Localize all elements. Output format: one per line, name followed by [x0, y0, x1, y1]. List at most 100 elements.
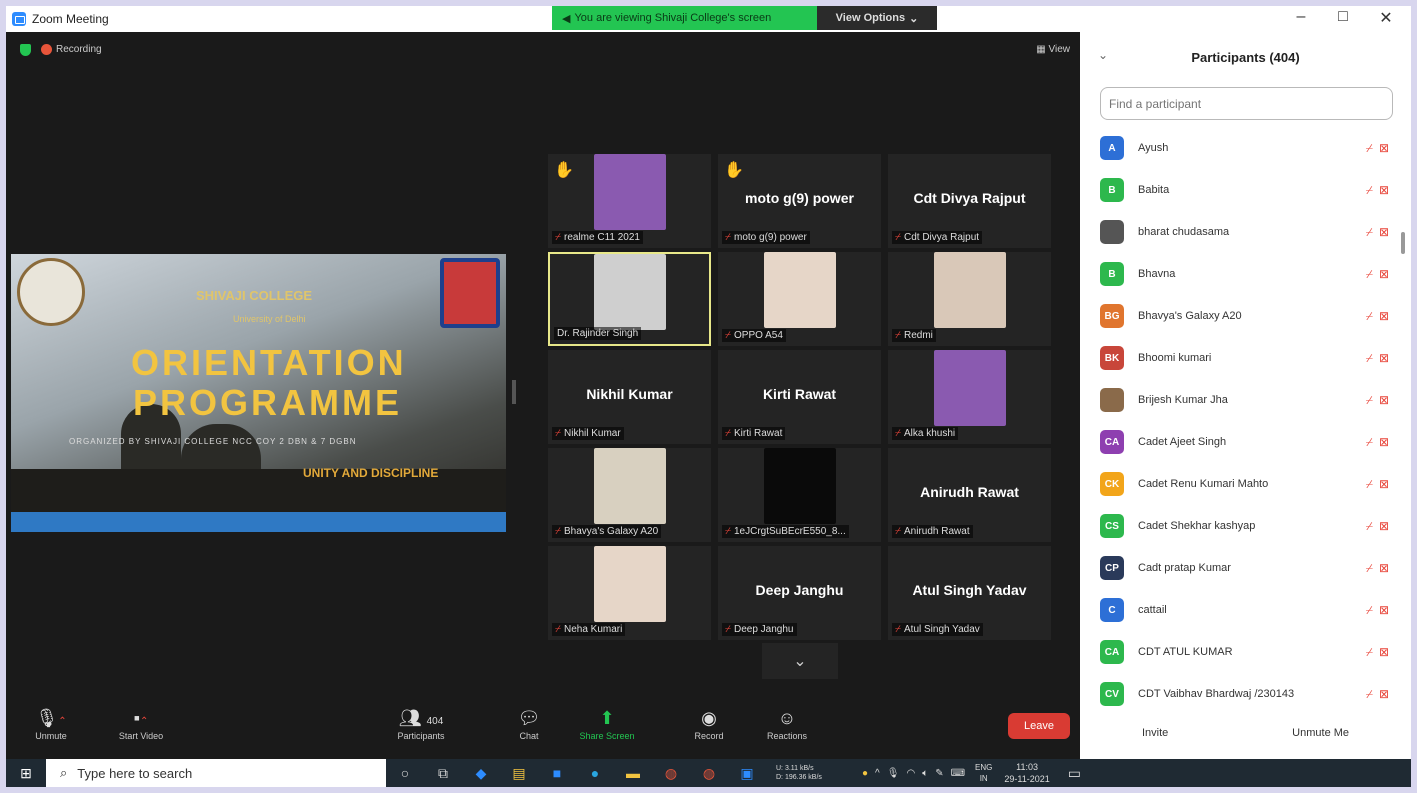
participant-row[interactable]: Ccattail ⌿ ⊠ [1080, 589, 1411, 631]
chat-button[interactable]: 💬︎ Chat [494, 705, 564, 741]
wifi-icon[interactable]: ◠ [906, 768, 915, 779]
view-options-button[interactable]: View Options ⌄ [817, 6, 937, 30]
video-tile[interactable]: Cdt Divya Rajput ⌿ Cdt Divya Rajput [888, 154, 1051, 248]
chrome-icon-2[interactable]: ◍ [690, 759, 728, 787]
leave-button[interactable]: Leave [1008, 713, 1070, 739]
tile-name-label: ⌿ Deep Janghu [722, 623, 797, 636]
reactions-label: Reactions [766, 731, 808, 741]
invite-button[interactable]: Invite [1128, 721, 1182, 745]
participant-video [933, 350, 1006, 426]
participant-row[interactable]: BK Bhoomi kumari ⌿ ⊠ [1080, 337, 1411, 379]
participants-button[interactable]: 👥︎ 404 Participants [386, 705, 456, 741]
keyboard-icon[interactable]: ⌨ [951, 768, 965, 779]
participant-name: Brijesh Kumar Jha [1138, 394, 1228, 406]
file-explorer-icon[interactable]: ▬ [614, 759, 652, 787]
close-button[interactable]: ✕ [1371, 8, 1401, 28]
participant-row[interactable]: B Bhavna ⌿ ⊠ [1080, 253, 1411, 295]
avatar: BK [1100, 346, 1124, 370]
video-off-icon: ⊠ [1378, 435, 1389, 449]
video-tile[interactable]: Atul Singh Yadav ⌿ Atul Singh Yadav [888, 546, 1051, 640]
slide-title-line2: PROGRAMME [133, 382, 402, 423]
mic-muted-icon: ⌿ [895, 526, 901, 537]
video-tile[interactable]: ⌿ OPPO A54 [718, 252, 881, 346]
video-tile[interactable]: Nikhil Kumar ⌿ Nikhil Kumar [548, 350, 711, 444]
cortana-icon[interactable]: ○ [386, 759, 424, 787]
windows-start-icon[interactable]: ⊞ [6, 759, 46, 787]
store-icon[interactable]: ■ [538, 759, 576, 787]
tile-name-label: ⌿ realme C11 2021 [552, 231, 643, 244]
task-view-icon[interactable]: ⧉ [424, 759, 462, 787]
pen-icon[interactable]: ✎ [935, 768, 943, 779]
participant-row[interactable]: bharat chudasama ⌿ ⊠ [1080, 211, 1411, 253]
start-video-button[interactable]: ▪︎⌃ Start Video [106, 705, 176, 741]
norton-icon[interactable]: ● [862, 768, 868, 779]
taskbar-search-box[interactable]: ⌕ Type here to search [46, 759, 386, 787]
notifications-icon[interactable]: ▭ [1068, 765, 1081, 782]
view-button[interactable]: ▦ View [1036, 44, 1070, 55]
participant-row[interactable]: A Ayush ⌿ ⊠ [1080, 127, 1411, 169]
chrome-icon[interactable]: ◍ [652, 759, 690, 787]
participant-row[interactable]: B Babita ⌿ ⊠ [1080, 169, 1411, 211]
zoom-taskbar-icon[interactable]: ▣ [728, 759, 766, 787]
upload-speed: U: 3.11 kB/s [776, 765, 814, 772]
chevron-up-icon[interactable]: ^ [875, 768, 880, 779]
split-drag-handle[interactable] [512, 380, 516, 404]
participant-row[interactable]: CK Cadet Renu Kumari Mahto ⌿ ⊠ [1080, 463, 1411, 505]
mic-muted-icon: ⌿ [1365, 434, 1373, 449]
video-tile[interactable]: ⌿ 1eJCrgtSuBEcrE550_8... [718, 448, 881, 542]
video-tile[interactable]: ✋ moto g(9) power ⌿ moto g(9) power [718, 154, 881, 248]
unmute-button[interactable]: 🎙︎⌃ Unmute [16, 705, 86, 741]
participant-row[interactable]: CA CDT ATUL KUMAR ⌿ ⊠ [1080, 631, 1411, 673]
maximize-button[interactable]: □ [1328, 8, 1358, 26]
calendar-icon[interactable]: ▤ [500, 759, 538, 787]
video-tile[interactable]: Kirti Rawat ⌿ Kirti Rawat [718, 350, 881, 444]
video-tile[interactable]: ✋ ⌿ realme C11 2021 [548, 154, 711, 248]
participant-video [763, 448, 836, 524]
video-off-icon: ⊠ [1378, 519, 1389, 533]
participant-row[interactable]: CS Cadet Shekhar kashyap ⌿ ⊠ [1080, 505, 1411, 547]
zoom-app-icon [12, 12, 26, 26]
app-icon[interactable]: ◆ [462, 759, 500, 787]
video-tile[interactable]: ⌿ Bhavya's Galaxy A20 [548, 448, 711, 542]
reactions-button[interactable]: ☺︎ Reactions [752, 705, 822, 741]
volume-icon[interactable]: 🔈︎ [922, 768, 928, 779]
grid-view-icon: ▦ [1036, 44, 1049, 55]
security-shield-icon[interactable] [20, 44, 31, 56]
video-tile[interactable]: ⌿ Neha Kumari [548, 546, 711, 640]
participant-search-input[interactable] [1100, 87, 1393, 120]
edge-icon[interactable]: ● [576, 759, 614, 787]
participant-row[interactable]: CA Cadet Ajeet Singh ⌿ ⊠ [1080, 421, 1411, 463]
participant-name: Cadt pratap Kumar [1138, 562, 1231, 574]
minimize-button[interactable]: – [1286, 8, 1316, 26]
tile-name-label: ⌿ 1eJCrgtSuBEcrE550_8... [722, 525, 849, 538]
participant-row[interactable]: CP Cadt pratap Kumar ⌿ ⊠ [1080, 547, 1411, 589]
language-indicator[interactable]: ENG IN [975, 762, 992, 784]
tile-label-text: Kirti Rawat [734, 428, 783, 439]
next-page-button[interactable]: ⌄ [762, 643, 838, 679]
taskbar-clock[interactable]: 11:03 29-11-2021 [1004, 761, 1049, 785]
participant-row[interactable]: BG Bhavya's Galaxy A20 ⌿ ⊠ [1080, 295, 1411, 337]
slide-title-line1: ORIENTATION [131, 342, 407, 383]
video-off-icon: ⊠ [1378, 687, 1389, 701]
participant-name: Bhavya's Galaxy A20 [1138, 310, 1242, 322]
unmute-me-button[interactable]: Unmute Me [1279, 721, 1363, 745]
tile-name-label: ⌿ Bhavya's Galaxy A20 [552, 525, 662, 538]
video-off-icon: ⊠ [1378, 603, 1389, 617]
mic-icon[interactable]: 🎙︎ [887, 768, 900, 779]
video-tile[interactable]: Anirudh Rawat ⌿ Anirudh Rawat [888, 448, 1051, 542]
share-screen-button[interactable]: ⬆︎ Share Screen [572, 705, 642, 741]
video-tile[interactable]: Deep Janghu ⌿ Deep Janghu [718, 546, 881, 640]
avatar: A [1100, 136, 1124, 160]
video-tile[interactable]: Dr. Rajinder Singh [548, 252, 711, 346]
participant-row[interactable]: Brijesh Kumar Jha ⌿ ⊠ [1080, 379, 1411, 421]
recording-indicator[interactable]: Recording [41, 44, 102, 56]
video-tile[interactable]: ⌿ Redmi [888, 252, 1051, 346]
record-button[interactable]: ◉ Record [674, 705, 744, 741]
participant-video [593, 154, 666, 230]
participants-panel: ⌄ Participants (404) AAyush⌿⊠BBabita⌿⊠bh… [1080, 32, 1411, 759]
panel-footer: Invite Unmute Me [1080, 707, 1411, 759]
video-tile[interactable]: ⌿ Alka khushi [888, 350, 1051, 444]
slide-college-name: SHIVAJI COLLEGE [196, 288, 313, 303]
avatar: BG [1100, 304, 1124, 328]
panel-scrollbar[interactable] [1401, 232, 1405, 254]
